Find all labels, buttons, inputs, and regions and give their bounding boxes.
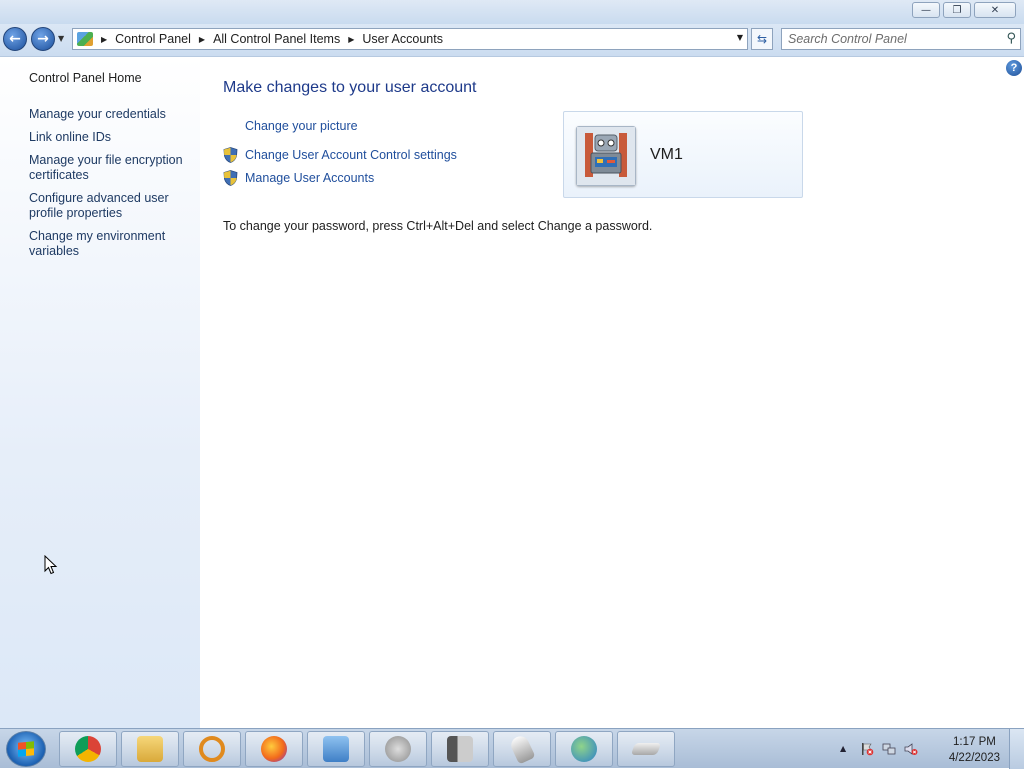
refresh-button[interactable]: ⇆ <box>751 28 773 50</box>
control-panel-home-link[interactable]: Control Panel Home <box>29 71 194 86</box>
change-picture-link[interactable]: Change your picture <box>245 119 358 133</box>
chrome-icon <box>75 736 101 762</box>
main-content: ? Make changes to your user account Chan… <box>200 57 1024 728</box>
account-tile: VM1 <box>563 111 803 198</box>
mouse-pointer-icon <box>44 555 58 575</box>
show-desktop-button[interactable] <box>1009 729 1024 769</box>
taskbar-keyboard[interactable] <box>617 731 675 767</box>
uac-shield-icon <box>223 170 238 186</box>
robot-avatar-icon <box>576 126 636 186</box>
restore-button[interactable]: ❐ <box>943 2 971 18</box>
minimize-button[interactable]: — <box>912 2 940 18</box>
sidebar-item-advanced-profile-properties[interactable]: Configure advanced user profile properti… <box>29 191 194 221</box>
search-input[interactable] <box>788 30 998 48</box>
clock[interactable]: 1:17 PM 4/22/2023 <box>949 734 1000 766</box>
computer-icon <box>447 736 473 762</box>
control-panel-icon <box>323 736 349 762</box>
taskbar-internet-options[interactable] <box>555 731 613 767</box>
password-change-note: To change your password, press Ctrl+Alt+… <box>223 219 653 233</box>
uac-settings-link[interactable]: Change User Account Control settings <box>245 148 457 162</box>
forward-button[interactable]: → <box>31 27 55 51</box>
close-button[interactable]: ✕ <box>974 2 1016 18</box>
left-task-pane: Control Panel Home Manage your credentia… <box>0 57 200 728</box>
breadcrumb-control-panel[interactable]: Control Panel <box>115 32 191 46</box>
control-panel-icon <box>77 32 93 46</box>
volume-muted-icon[interactable] <box>904 742 918 756</box>
breadcrumb-separator[interactable]: ▶ <box>101 35 107 44</box>
start-button[interactable] <box>6 731 46 767</box>
firefox-icon <box>261 736 287 762</box>
navigation-bar: ← → ▼ ▶ Control Panel ▶ All Control Pane… <box>0 24 1024 57</box>
page-title: Make changes to your user account <box>223 79 477 96</box>
network-icon[interactable] <box>882 742 896 756</box>
recent-pages-dropdown[interactable]: ▼ <box>58 34 64 43</box>
sidebar-item-manage-credentials[interactable]: Manage your credentials <box>29 107 194 122</box>
taskbar-chrome[interactable] <box>59 731 117 767</box>
clock-time: 1:17 PM <box>953 736 996 748</box>
taskbar-search-tool[interactable] <box>183 731 241 767</box>
breadcrumb-all-control-panel-items[interactable]: All Control Panel Items <box>213 32 340 46</box>
windows-logo-icon <box>18 741 34 757</box>
back-button[interactable]: ← <box>3 27 27 51</box>
breadcrumb-separator[interactable]: ▶ <box>199 35 205 44</box>
sidebar-item-file-encryption-certificates[interactable]: Manage your file encryption certificates <box>29 153 194 183</box>
address-dropdown-button[interactable]: ▼ <box>737 33 743 42</box>
window-title-bar: — ❐ ✕ <box>0 0 1024 24</box>
magnifier-search-icon <box>199 736 225 762</box>
taskbar-file-explorer[interactable] <box>121 731 179 767</box>
speaker-icon <box>385 736 411 762</box>
search-icon[interactable]: ⚲ <box>1006 31 1016 46</box>
search-box[interactable]: ⚲ <box>781 28 1021 50</box>
taskbar-sound[interactable] <box>369 731 427 767</box>
file-explorer-icon <box>137 736 163 762</box>
taskbar: ▲ 1:17 PM 4/22/2023 <box>0 728 1024 769</box>
uac-shield-icon <box>223 147 238 163</box>
clock-date: 4/22/2023 <box>948 752 1000 764</box>
taskbar-mouse[interactable] <box>493 731 551 767</box>
system-tray: ▲ 1:17 PM 4/22/2023 <box>834 729 1024 769</box>
show-hidden-icons-button[interactable]: ▲ <box>840 744 854 758</box>
sidebar-item-environment-variables[interactable]: Change my environment variables <box>29 229 194 259</box>
taskbar-firefox[interactable] <box>245 731 303 767</box>
help-icon[interactable]: ? <box>1006 60 1022 76</box>
breadcrumb-separator[interactable]: ▶ <box>348 35 354 44</box>
globe-checklist-icon <box>571 736 597 762</box>
breadcrumb-user-accounts[interactable]: User Accounts <box>362 32 443 46</box>
taskbar-computer[interactable] <box>431 731 489 767</box>
taskbar-control-panel[interactable] <box>307 731 365 767</box>
manage-user-accounts-link[interactable]: Manage User Accounts <box>245 171 374 185</box>
window-controls: — ❐ ✕ <box>912 2 1016 18</box>
action-center-flag-icon[interactable] <box>860 742 874 756</box>
sidebar-item-link-online-ids[interactable]: Link online IDs <box>29 130 194 145</box>
account-name: VM1 <box>650 146 683 163</box>
mouse-icon <box>508 733 536 765</box>
address-bar[interactable]: ▶ Control Panel ▶ All Control Panel Item… <box>72 28 748 50</box>
keyboard-icon <box>630 743 662 755</box>
